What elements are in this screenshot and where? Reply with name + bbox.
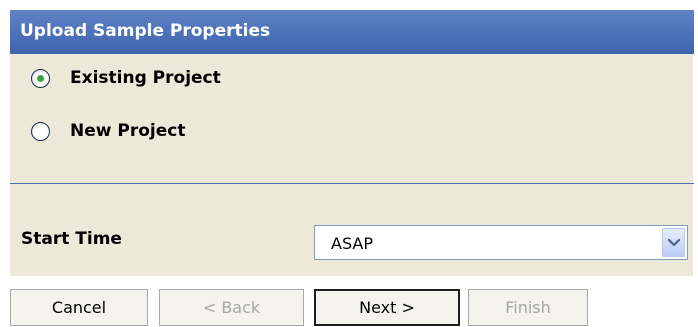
radio-option-existing-project[interactable]: Existing Project: [31, 66, 221, 90]
new-project-radio[interactable]: [31, 121, 50, 141]
dialog-title: Upload Sample Properties: [20, 21, 271, 41]
radio-option-new-project[interactable]: New Project: [31, 119, 185, 143]
new-project-label[interactable]: New Project: [70, 121, 185, 141]
back-button[interactable]: < Back: [159, 289, 304, 326]
dialog-title-bar: Upload Sample Properties: [10, 10, 694, 54]
finish-button[interactable]: Finish: [468, 289, 588, 326]
cancel-button[interactable]: Cancel: [10, 289, 148, 326]
start-time-label: Start Time: [21, 229, 122, 249]
chevron-down-icon[interactable]: [662, 228, 685, 257]
start-time-selected-value: ASAP: [331, 234, 373, 253]
section-divider: [10, 183, 694, 184]
existing-project-radio[interactable]: [31, 68, 50, 88]
start-time-select[interactable]: ASAP: [314, 225, 688, 260]
existing-project-label[interactable]: Existing Project: [70, 68, 221, 88]
next-button[interactable]: Next >: [314, 289, 460, 326]
